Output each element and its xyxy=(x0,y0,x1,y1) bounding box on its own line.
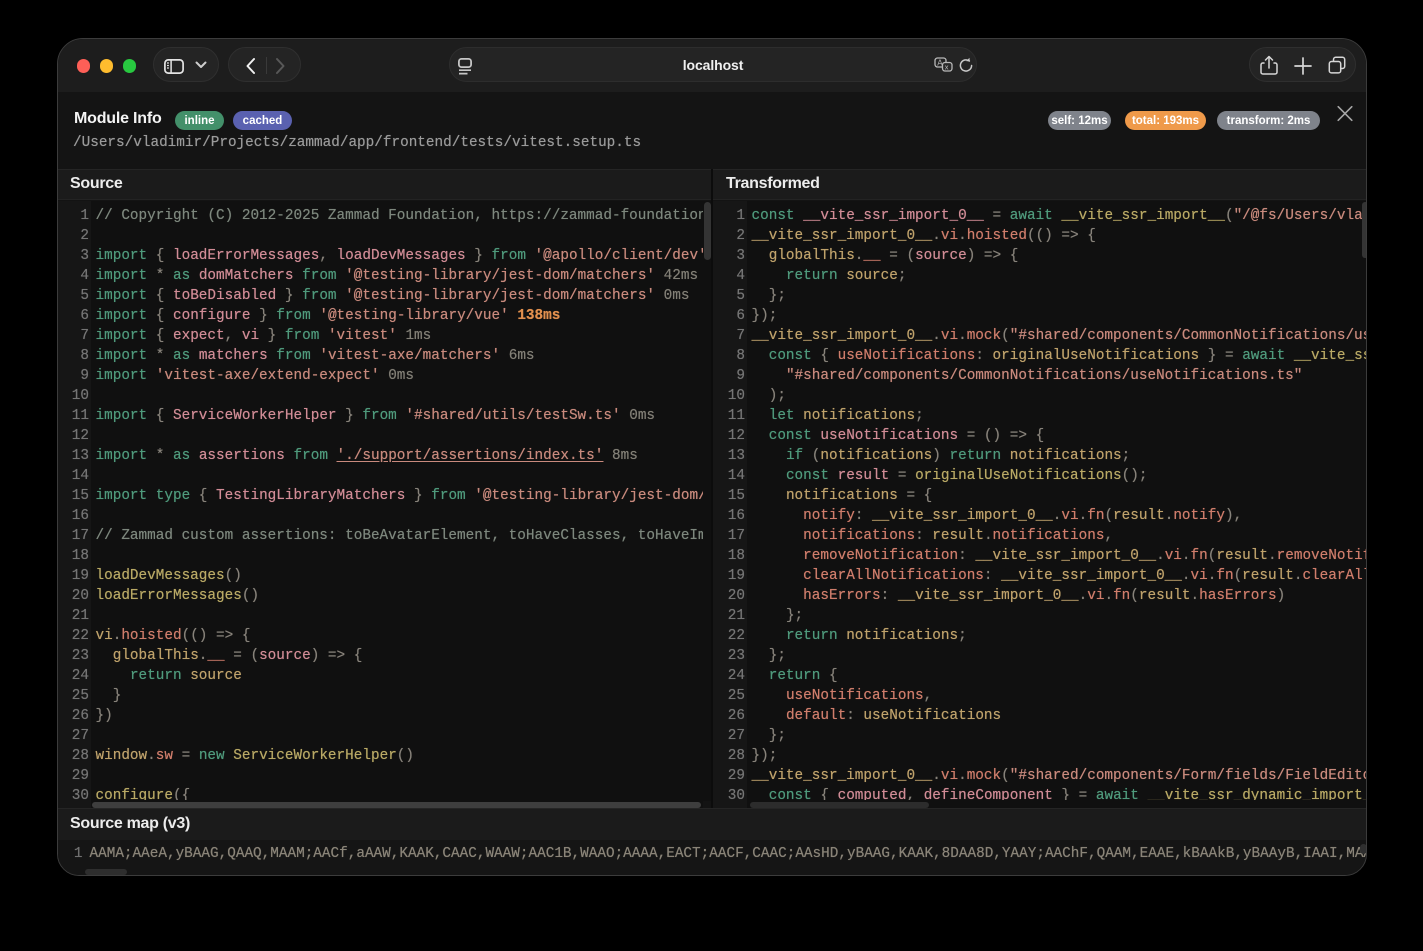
svg-text:x: x xyxy=(945,62,949,71)
